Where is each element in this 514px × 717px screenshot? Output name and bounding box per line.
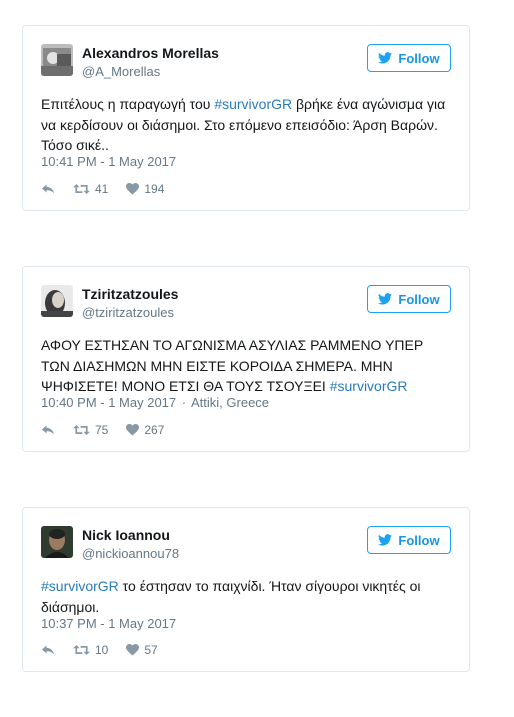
retweet-count: 75 (95, 423, 109, 437)
like-button[interactable]: 57 (126, 643, 158, 657)
follow-button[interactable]: Follow (367, 526, 451, 554)
tweet-actions: 10 57 (41, 642, 176, 658)
display-name[interactable]: Tziritzatzoules (82, 286, 178, 302)
like-button[interactable]: 267 (126, 423, 164, 437)
tweet-text: Επιτέλους η παραγωγή του #survivorGR βρή… (41, 94, 455, 156)
heart-icon (126, 644, 140, 656)
reply-button[interactable] (41, 183, 55, 195)
twitter-bird-icon (378, 534, 393, 546)
follow-button[interactable]: Follow (367, 44, 451, 72)
user-handle[interactable]: @nickioannou78 (82, 546, 179, 561)
retweet-button[interactable]: 41 (73, 182, 108, 196)
reply-icon (42, 645, 54, 655)
retweet-count: 41 (95, 182, 109, 196)
reply-button[interactable] (41, 644, 55, 656)
heart-icon (126, 424, 140, 436)
tweet-text: ΑΦΟΥ ΕΣΤΗΣΑΝ ΤΟ ΑΓΩΝΙΣΜΑ ΑΣΥΛΙΑΣ ΡΑΜΜΕΝΟ… (41, 335, 455, 397)
retweet-button[interactable]: 10 (73, 643, 108, 657)
hashtag-link[interactable]: #survivorGR (214, 96, 292, 112)
like-count: 57 (144, 643, 158, 657)
tweet-meta: 10:40 PM - 1 May 2017 · Attiki, Greece (41, 395, 269, 410)
tweet-actions: 75 267 (41, 422, 182, 438)
tweet-card: Alexandros Morellas @A_Morellas Follow Ε… (22, 25, 470, 211)
retweet-icon (73, 645, 90, 655)
follow-label: Follow (398, 532, 440, 548)
tweet-meta: 10:37 PM - 1 May 2017 (41, 616, 176, 631)
hashtag-link[interactable]: #survivorGR (330, 378, 408, 394)
twitter-bird-icon (378, 293, 393, 305)
avatar[interactable] (41, 44, 73, 76)
retweet-button[interactable]: 75 (73, 423, 108, 437)
tweet-card: Tziritzatzoules @tziritzatzoules Follow … (22, 266, 470, 452)
display-name[interactable]: Nick Ioannou (82, 527, 170, 543)
follow-button[interactable]: Follow (367, 285, 451, 313)
retweet-icon (73, 425, 90, 435)
user-handle[interactable]: @tziritzatzoules (82, 305, 174, 320)
timestamp-link[interactable]: 10:37 PM - 1 May 2017 (41, 616, 176, 631)
tweet-location[interactable]: Attiki, Greece (191, 395, 269, 410)
reply-icon (42, 425, 54, 435)
retweet-icon (73, 184, 90, 194)
follow-label: Follow (398, 291, 440, 307)
tweet-card: Nick Ioannou @nickioannou78 Follow #surv… (22, 507, 470, 672)
tweet-text: #survivorGR το έστησαν το παιχνίδι. Ήταν… (41, 576, 455, 617)
heart-icon (126, 183, 140, 195)
reply-icon (42, 184, 54, 194)
hashtag-link[interactable]: #survivorGR (41, 578, 119, 594)
timestamp-link[interactable]: 10:41 PM - 1 May 2017 (41, 154, 176, 169)
user-handle[interactable]: @A_Morellas (82, 64, 160, 79)
reply-button[interactable] (41, 424, 55, 436)
like-button[interactable]: 194 (126, 182, 164, 196)
follow-label: Follow (398, 50, 440, 66)
like-count: 194 (144, 182, 165, 196)
timestamp-link[interactable]: 10:40 PM - 1 May 2017 (41, 395, 176, 410)
like-count: 267 (144, 423, 165, 437)
twitter-bird-icon (378, 52, 393, 64)
avatar[interactable] (41, 285, 73, 317)
retweet-count: 10 (95, 643, 109, 657)
tweet-actions: 41 194 (41, 181, 182, 197)
tweet-meta: 10:41 PM - 1 May 2017 (41, 154, 176, 169)
display-name[interactable]: Alexandros Morellas (82, 45, 219, 61)
avatar[interactable] (41, 526, 73, 558)
tweet-text-part: Επιτέλους η παραγωγή του (41, 96, 215, 112)
meta-separator: · (181, 395, 187, 410)
